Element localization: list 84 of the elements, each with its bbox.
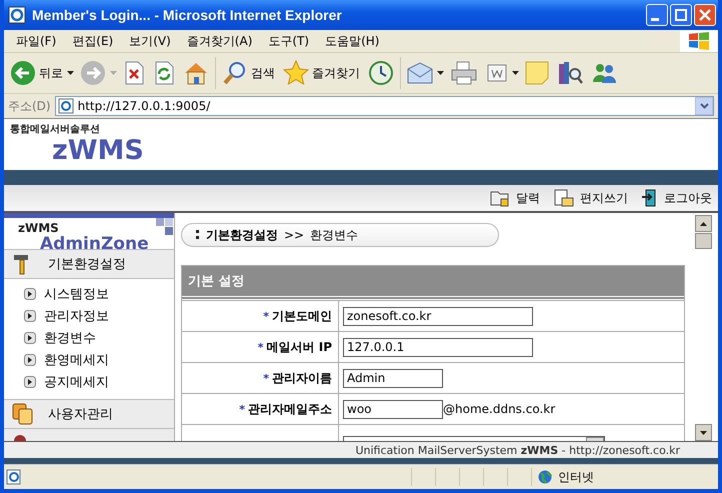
required-mark: * (239, 402, 245, 416)
printer-icon (450, 61, 478, 85)
toolbar-button[interactable]: 즐겨찾기 (281, 58, 362, 88)
dropdown-arrow-icon[interactable] (67, 71, 74, 75)
text-field[interactable]: 127.0.0.1 (343, 338, 533, 356)
breadcrumb-parent[interactable]: 기본환경설정 (206, 226, 278, 244)
home-icon (183, 60, 209, 86)
up-arrow-icon (700, 222, 707, 226)
sidebar-section[interactable]: 사용자관리 (4, 400, 174, 429)
maximize-icon (675, 9, 687, 21)
required-mark: * (263, 372, 269, 384)
toolbar-button[interactable]: 검색 (220, 58, 277, 88)
address-field[interactable]: http://127.0.0.1:9005/ (54, 96, 714, 116)
required-mark: * (263, 310, 269, 322)
sidebar-item[interactable]: 환경변수 (24, 327, 174, 349)
down-arrow-icon (700, 430, 707, 434)
text-field[interactable]: zonesoft.co.kr (343, 306, 533, 326)
dropdown-arrow-icon[interactable] (437, 71, 444, 75)
dropdown-arrow-icon[interactable] (512, 71, 519, 75)
required-mark: * (258, 340, 264, 354)
scroll-thumb[interactable] (695, 233, 712, 249)
domain-suffix: @home.ddns.co.kr (443, 402, 556, 416)
page-icon (6, 469, 22, 485)
star-icon (283, 60, 309, 86)
window-title: Member's Login... - Microsoft Internet Explorer (32, 7, 343, 23)
close-button[interactable] (694, 4, 716, 26)
toolbar-button[interactable]: 뒤로 (8, 58, 65, 88)
sidebar-item[interactable]: 환영메세지 (24, 349, 174, 371)
header-link[interactable]: 달력 (490, 189, 540, 207)
address-label: 주소(D) (8, 98, 51, 114)
sidebar-item[interactable]: 공지메세지 (24, 371, 174, 393)
maximize-button[interactable] (670, 4, 692, 26)
sidebar-section[interactable]: 기본환경설정 (4, 250, 174, 279)
stop-icon (123, 61, 145, 85)
text-field[interactable]: woo (343, 400, 443, 418)
scroll-up-button[interactable] (695, 215, 712, 232)
menu-item[interactable]: 즐겨찾기(A) (178, 32, 260, 50)
people-card-icon (12, 403, 34, 425)
table-header: 기본 설정 (182, 266, 684, 300)
books-icon (557, 60, 583, 86)
letter-icon (554, 189, 574, 207)
windows-flag-icon (680, 30, 718, 52)
search-icon (222, 60, 248, 86)
sticky-note-icon (525, 61, 549, 85)
clock-icon (368, 60, 394, 86)
footer-text: Unification MailServerSystem zWMS - http://zonesoft.co.kr (355, 444, 680, 456)
site-tagline: 통합메일서버솔루션 (10, 123, 101, 136)
browser-icon (8, 6, 26, 24)
bullet-icon (196, 228, 200, 242)
breadcrumb-current: 환경변수 (310, 226, 358, 244)
header-link[interactable]: 편지쓰기 (554, 189, 628, 207)
globe-icon (538, 470, 552, 484)
text-field[interactable]: Admin (343, 368, 443, 388)
site-logo: zWMS (52, 136, 145, 166)
minimize-button[interactable] (646, 4, 668, 26)
scroll-down-button[interactable] (695, 424, 712, 441)
sidebar-item[interactable]: 관리자정보 (24, 305, 174, 327)
field-label: 관리자메일주소 (248, 400, 332, 418)
field-label: 관리자이름 (272, 370, 332, 386)
section-icon (12, 435, 28, 441)
menu-item[interactable]: 편집(E) (64, 32, 122, 50)
menu-item[interactable]: 파일(F) (8, 32, 64, 50)
menu-item[interactable]: 보기(V) (121, 32, 179, 50)
close-icon (699, 9, 711, 21)
field-label: 기본도메인 (272, 308, 332, 324)
folder-icon (490, 189, 510, 207)
breadcrumb-separator: >> (284, 228, 304, 242)
document-icon (486, 62, 508, 84)
toolbar-button[interactable] (405, 60, 435, 86)
chevron-down-icon (700, 103, 708, 109)
sidebar-item[interactable]: 시스템정보 (24, 283, 174, 305)
security-zone: 인터넷 (558, 468, 594, 486)
admin-zone-banner: zWMS AdminZone (4, 213, 174, 250)
menu-item[interactable]: 도움말(H) (317, 32, 388, 50)
menu-item[interactable]: 도구(T) (260, 32, 318, 50)
refresh-icon (153, 61, 175, 85)
dropdown-button[interactable] (695, 97, 713, 115)
field-label: 메일서버 IP (266, 338, 332, 356)
minimize-icon (651, 18, 659, 20)
envelope-icon (407, 62, 433, 84)
door-icon (642, 189, 658, 207)
header-link[interactable]: 로그아웃 (642, 189, 712, 207)
toolbar-button[interactable] (366, 58, 396, 88)
page-icon (58, 98, 74, 114)
